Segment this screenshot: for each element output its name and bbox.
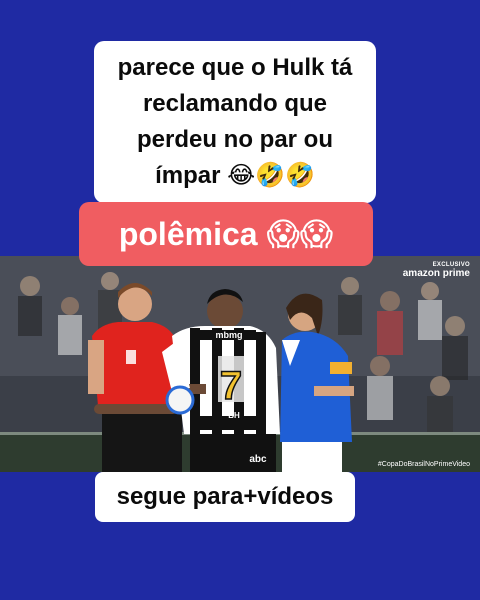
sponsor-top-text: mbmg [216,330,243,340]
badge-amazon-prime: amazon prime [402,268,470,279]
football [165,385,195,415]
broadcaster-badge: EXCLUSIVO amazon prime [403,262,470,279]
tag-box: polêmica 😱😱 [79,202,373,266]
broadcast-hashtag: #CopaDoBrasilNoPrimeVideo [377,461,470,468]
video-frame[interactable]: 7 mbmg BH abc EXCLUSIVO amazon prime #Co… [0,256,480,472]
player-number: 7 [220,364,242,408]
tag-text: polêmica 😱😱 [118,216,334,252]
caption-box: parece que o Hulk tá reclamando que perd… [94,41,376,203]
match-scene: 7 mbmg BH abc [0,256,480,472]
caption-line-3: perdeu no par ou [136,126,333,153]
shorts-sponsor-text: BH [228,411,240,420]
sponsor-bottom-text: abc [249,454,267,465]
follow-cta-text: segue para+vídeos [116,483,334,510]
caption-line-1: parece que o Hulk tá [117,54,353,81]
caption-line-2: reclamando que [142,90,328,117]
caption-line-4: ímpar 😂🤣🤣 [155,162,315,189]
follow-cta-box[interactable]: segue para+vídeos [95,472,355,522]
